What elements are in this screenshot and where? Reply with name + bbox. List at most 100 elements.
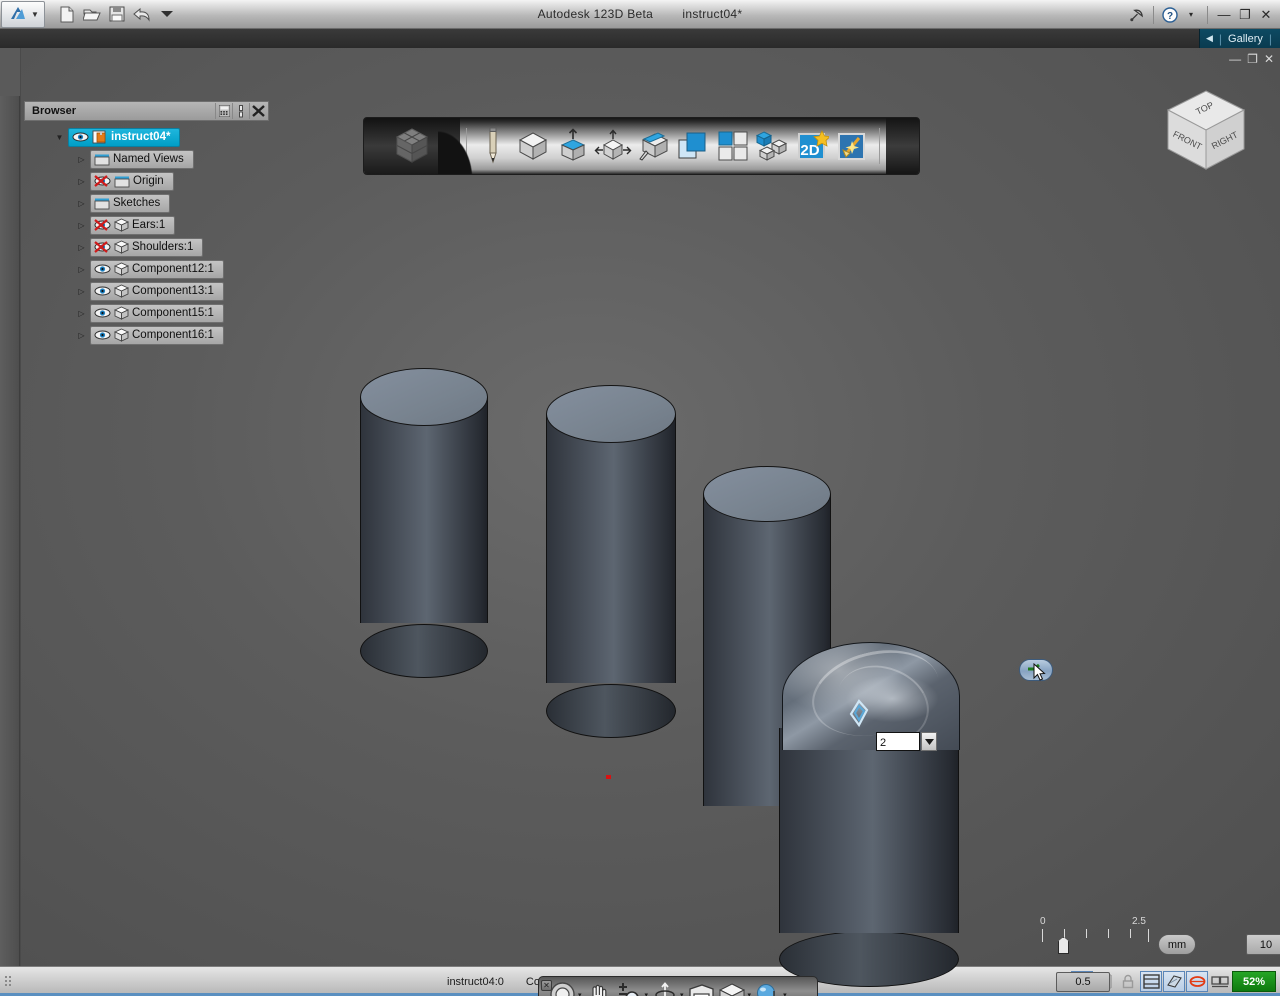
pan-button[interactable] — [586, 982, 612, 996]
tree-node-label-origin[interactable]: Origin — [90, 172, 174, 191]
tree-node[interactable]: ▷Component16:1 — [24, 324, 269, 346]
visual-style-button[interactable] — [755, 982, 781, 996]
primitives-tool[interactable] — [513, 124, 553, 168]
cylinder-4-filleted[interactable] — [779, 728, 959, 960]
panels-toggle[interactable] — [1209, 971, 1231, 992]
fillet-value-dropdown-button[interactable] — [921, 732, 937, 751]
expand-triangle-icon[interactable]: ▷ — [76, 242, 87, 253]
tree-node-label-shoulders-1[interactable]: Shoulders:1 — [90, 238, 203, 257]
orbit-button[interactable] — [652, 982, 678, 996]
scale-max-value[interactable]: 10 — [1246, 934, 1280, 955]
tree-node[interactable]: ▷Ears:1 — [24, 214, 269, 236]
orbit-dropdown-icon[interactable]: ▾ — [680, 991, 684, 996]
eye-visible-icon[interactable] — [72, 131, 89, 143]
eye-hidden-icon[interactable] — [94, 175, 111, 187]
cylinder-4-body[interactable] — [779, 728, 959, 933]
visual-style-dropdown-icon[interactable]: ▾ — [783, 991, 787, 996]
tree-node-label-named-views[interactable]: Named Views — [90, 150, 194, 169]
orbit-constraint-toggle[interactable] — [1186, 971, 1208, 992]
cylinder-2-body[interactable] — [546, 414, 676, 683]
fillet-value-input[interactable] — [876, 732, 920, 751]
toolbar-logo[interactable] — [364, 118, 460, 174]
lock-toggle[interactable] — [1117, 971, 1139, 992]
window-layout-toggle[interactable] — [1140, 971, 1162, 992]
expand-triangle-icon[interactable]: ▷ — [76, 198, 87, 209]
modify-tool[interactable] — [593, 124, 633, 168]
expand-triangle-icon[interactable]: ▷ — [76, 264, 87, 275]
undo-arrow-icon[interactable] — [132, 4, 152, 24]
display-style-button[interactable] — [719, 982, 746, 996]
maximize-button[interactable]: ❐ — [1237, 7, 1253, 23]
eye-visible-icon[interactable] — [94, 329, 111, 341]
browser-options-button[interactable] — [232, 103, 249, 119]
expand-triangle-icon[interactable]: ▷ — [76, 176, 87, 187]
qat-dropdown-icon[interactable] — [157, 4, 177, 24]
tree-node-label-sketches[interactable]: Sketches — [90, 194, 170, 213]
assemble-tool[interactable] — [753, 124, 793, 168]
expand-triangle-icon[interactable]: ▷ — [76, 286, 87, 297]
browser-close-button[interactable] — [249, 103, 266, 119]
doc-minimize-button[interactable]: — — [1229, 52, 1241, 66]
steering-wheel-dropdown-icon[interactable]: ▾ — [578, 991, 582, 996]
eye-hidden-icon[interactable] — [94, 241, 111, 253]
cylinder-1-top-face[interactable] — [360, 368, 488, 426]
cylinder-2-top-face[interactable] — [546, 385, 676, 443]
gallery-collapse-icon[interactable]: ◀ — [1206, 33, 1213, 44]
sketch-plane-toggle[interactable] — [1163, 971, 1185, 992]
browser-filter-button[interactable] — [215, 103, 232, 119]
tree-node[interactable]: ▷Sketches — [24, 192, 269, 214]
open-folder-icon[interactable] — [82, 4, 102, 24]
pattern-tool[interactable] — [633, 124, 673, 168]
tree-node-label-instruct04[interactable]: instruct04* — [68, 128, 180, 147]
grid-arrange-tool[interactable] — [713, 124, 753, 168]
tree-node-label-component16-1[interactable]: Component16:1 — [90, 326, 224, 345]
collapse-triangle-icon[interactable]: ▼ — [54, 132, 65, 143]
doc-close-button[interactable]: ✕ — [1264, 52, 1274, 66]
navbar-close-button[interactable]: ✕ — [541, 980, 552, 991]
gallery-tab[interactable]: ◀ | Gallery | — [1199, 29, 1280, 48]
tree-node[interactable]: ▷Component15:1 — [24, 302, 269, 324]
eye-hidden-icon[interactable] — [94, 219, 111, 231]
question-circle-icon[interactable]: ? — [1162, 7, 1178, 23]
floppy-save-icon[interactable] — [107, 4, 127, 24]
fillet-value-input-group[interactable] — [876, 732, 937, 751]
eye-visible-icon[interactable] — [94, 307, 111, 319]
eye-visible-icon[interactable] — [94, 263, 111, 275]
steering-wheel-button[interactable] — [549, 981, 576, 996]
expand-triangle-icon[interactable]: ▷ — [76, 154, 87, 165]
zoom-button[interactable] — [616, 982, 643, 996]
new-file-icon[interactable] — [57, 4, 77, 24]
scale-unit-button[interactable]: mm — [1158, 934, 1196, 955]
cylinder-1-body[interactable] — [360, 397, 488, 623]
eye-visible-icon[interactable] — [94, 285, 111, 297]
combine-tool[interactable] — [673, 124, 713, 168]
tree-node[interactable]: ▷Component13:1 — [24, 280, 269, 302]
application-menu-button[interactable]: ▼ — [1, 1, 45, 28]
cylinder-1[interactable] — [360, 368, 488, 652]
tree-node[interactable]: ▷Origin — [24, 170, 269, 192]
expand-triangle-icon[interactable]: ▷ — [76, 220, 87, 231]
minimize-button[interactable]: — — [1216, 7, 1232, 23]
close-button[interactable]: ✕ — [1258, 7, 1274, 23]
zoom-dropdown-icon[interactable]: ▾ — [645, 991, 649, 996]
view-cube[interactable]: TOP FRONT RIGHT — [1160, 85, 1252, 177]
expand-triangle-icon[interactable]: ▷ — [76, 330, 87, 341]
doc-restore-button[interactable]: ❐ — [1247, 52, 1258, 66]
tree-node-label-ears-1[interactable]: Ears:1 — [90, 216, 175, 235]
two-d-tool[interactable]: 2D — [793, 124, 833, 168]
smart-tool[interactable] — [833, 124, 873, 168]
tree-node[interactable]: ▷Component12:1 — [24, 258, 269, 280]
look-at-button[interactable] — [688, 983, 715, 996]
tree-node[interactable]: ▷Shoulders:1 — [24, 236, 269, 258]
cylinder-3-top-face[interactable] — [703, 466, 831, 522]
cylinder-2[interactable] — [546, 385, 676, 712]
scale-ruler-widget[interactable]: 0 2.5 0.5 mm 10 — [1020, 916, 1270, 945]
construct-extrude-tool[interactable] — [553, 124, 593, 168]
tree-node-label-component13-1[interactable]: Component13:1 — [90, 282, 224, 301]
display-style-dropdown-icon[interactable]: ▾ — [748, 991, 752, 996]
help-dropdown-icon[interactable]: ▾ — [1183, 7, 1199, 23]
tree-node[interactable]: ▼instruct04* — [24, 126, 269, 148]
tree-node-label-component15-1[interactable]: Component15:1 — [90, 304, 224, 323]
expand-triangle-icon[interactable]: ▷ — [76, 308, 87, 319]
tree-node[interactable]: ▷Named Views — [24, 148, 269, 170]
